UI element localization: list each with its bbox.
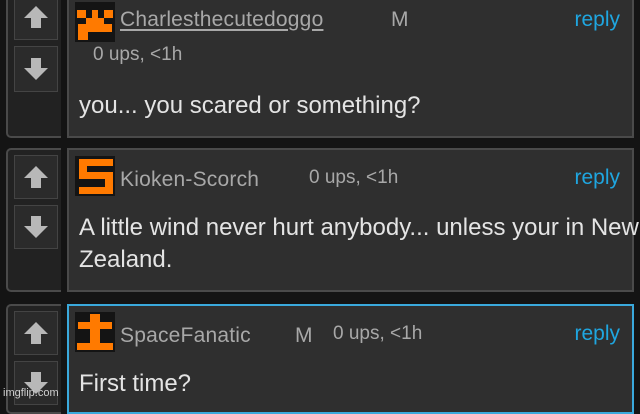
upvote-button[interactable]	[14, 0, 58, 40]
username-link[interactable]: Kioken-Scorch	[120, 168, 259, 192]
mod-badge: M	[295, 324, 313, 347]
reply-link[interactable]: reply	[574, 166, 620, 190]
comment-meta: 0 ups, <1h	[93, 44, 183, 65]
user-avatar-icon[interactable]	[75, 312, 115, 352]
comment-text: First time?	[79, 370, 192, 397]
comment-text: A little wind never hurt anybody... unle…	[79, 214, 639, 273]
user-avatar-icon[interactable]	[75, 2, 115, 42]
upvote-arrow-icon	[24, 6, 48, 28]
upvote-button[interactable]	[14, 311, 58, 355]
comment-3: SpaceFanatic M 0 ups, <1h reply First ti…	[6, 304, 634, 414]
comment-2: Kioken-Scorch 0 ups, <1h reply A little …	[6, 148, 639, 292]
downvote-button[interactable]	[14, 46, 58, 92]
watermark: imgflip.com	[3, 387, 59, 399]
mod-badge: M	[391, 8, 409, 31]
comment-body-highlighted: SpaceFanatic M 0 ups, <1h reply First ti…	[67, 304, 634, 414]
reply-link[interactable]: reply	[574, 322, 620, 346]
upvote-button[interactable]	[14, 155, 58, 199]
downvote-button[interactable]	[14, 205, 58, 249]
downvote-arrow-icon	[24, 216, 48, 238]
upvote-arrow-icon	[24, 322, 48, 344]
vote-column	[6, 148, 61, 292]
username-link[interactable]: Charlesthecutedoggo	[120, 8, 323, 32]
downvote-arrow-icon	[24, 58, 48, 80]
reply-link[interactable]: reply	[574, 8, 620, 32]
comment-meta: 0 ups, <1h	[309, 167, 399, 188]
comment-text: you... you scared or something?	[79, 92, 421, 119]
comment-meta: 0 ups, <1h	[333, 323, 423, 344]
user-avatar-icon[interactable]	[75, 156, 115, 196]
comment-1: Charlesthecutedoggo M reply 0 ups, <1h y…	[6, 0, 634, 138]
comment-body: Kioken-Scorch 0 ups, <1h reply A little …	[67, 148, 639, 292]
vote-column	[6, 0, 61, 138]
username-link[interactable]: SpaceFanatic	[120, 324, 251, 348]
comment-body: Charlesthecutedoggo M reply 0 ups, <1h y…	[67, 0, 634, 138]
upvote-arrow-icon	[24, 166, 48, 188]
